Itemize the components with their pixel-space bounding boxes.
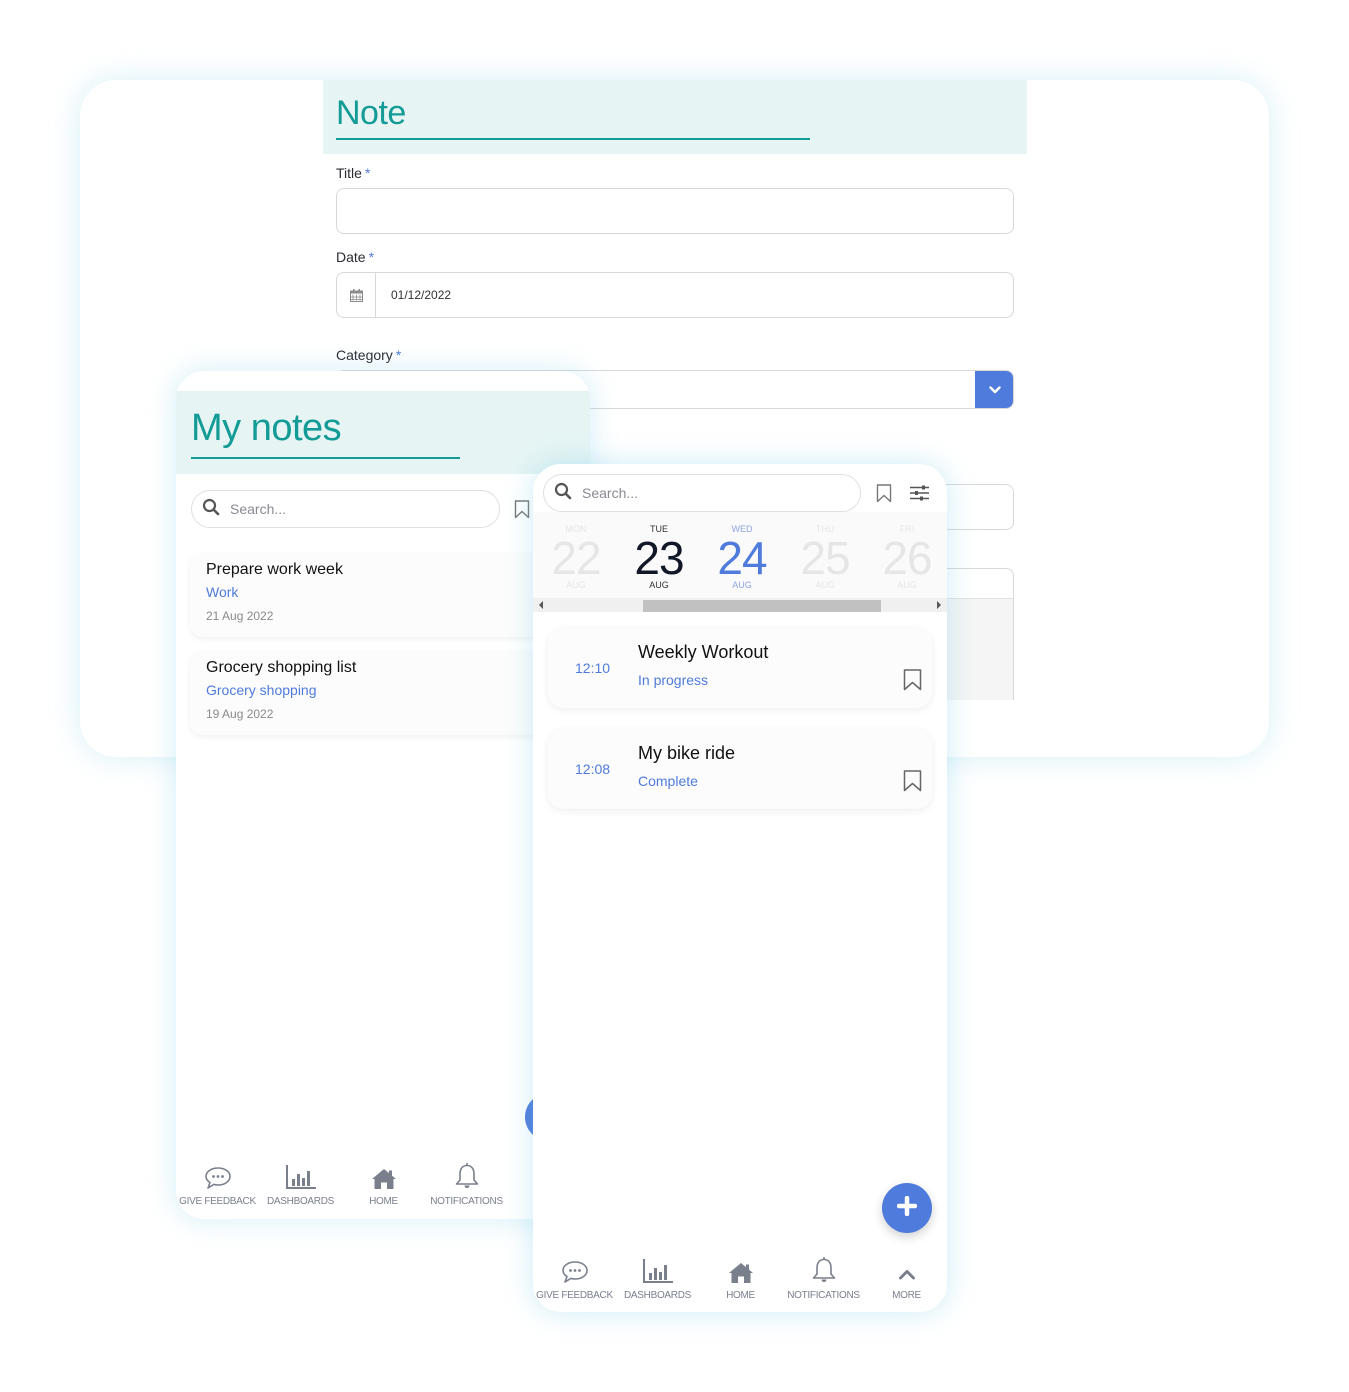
required-mark: *: [368, 249, 375, 265]
required-mark: *: [364, 165, 371, 181]
day-item[interactable]: TUE 23 AUG: [624, 512, 694, 590]
title-field-label: Title *: [336, 165, 370, 181]
note-category: Grocery shopping: [206, 682, 317, 698]
nav-label: GIVE FEEDBACK: [536, 1290, 613, 1301]
chevron-down-icon[interactable]: [975, 371, 1013, 408]
nav-label: DASHBOARDS: [266, 1196, 334, 1207]
chat-bubble-icon: [204, 1162, 232, 1190]
bell-icon: [811, 1256, 837, 1284]
note-list-item[interactable]: Prepare work week Work 21 Aug 2022: [190, 553, 570, 637]
date-value: 01/12/2022: [391, 288, 452, 302]
my-notes-title: My notes: [191, 407, 342, 449]
calendar-icon[interactable]: [337, 273, 376, 317]
chevron-up-icon: [898, 1256, 916, 1284]
my-notes-header: My notes: [176, 391, 590, 474]
day-strip: MON 22 AUG TUE 23 AUG WED 24 AUG THU 25 …: [533, 512, 947, 612]
nav-label: GIVE FEEDBACK: [179, 1196, 256, 1207]
day-strip-scrollbar[interactable]: [533, 598, 947, 612]
plus-icon: [896, 1195, 918, 1221]
schedule-item[interactable]: 12:08 My bike ride Complete: [548, 729, 932, 809]
nav-more[interactable]: MORE: [865, 1256, 947, 1301]
add-item-button[interactable]: [882, 1183, 932, 1233]
title-underline: [336, 138, 810, 140]
nav-label: NOTIFICATIONS: [430, 1196, 503, 1207]
nav-notifications[interactable]: NOTIFICATIONS: [782, 1256, 865, 1301]
scroll-right-arrow-icon[interactable]: [937, 601, 941, 609]
category-field-label: Category *: [336, 347, 401, 363]
note-form-header: Note: [323, 80, 1027, 154]
scroll-left-arrow-icon[interactable]: [539, 601, 543, 609]
search-icon: [202, 498, 220, 521]
nav-dashboards[interactable]: DASHBOARDS: [616, 1256, 699, 1301]
nav-label: NOTIFICATIONS: [787, 1290, 860, 1301]
home-icon: [371, 1162, 397, 1190]
schedule-search-bar[interactable]: [543, 474, 861, 512]
item-time: 12:08: [575, 761, 611, 777]
notes-search-bar[interactable]: [191, 490, 500, 528]
bookmark-icon[interactable]: [903, 770, 922, 797]
bottom-nav: GIVE FEEDBACK DASHBOARDS HOME NOTIFICATI…: [533, 1256, 947, 1301]
day-item[interactable]: MON 22 AUG: [541, 512, 611, 590]
note-category: Work: [206, 584, 239, 600]
note-title: Prepare work week: [206, 561, 343, 578]
day-number: 24: [717, 532, 767, 584]
nav-home[interactable]: HOME: [342, 1162, 425, 1207]
item-title: Weekly Workout: [638, 642, 769, 662]
nav-home[interactable]: HOME: [699, 1256, 782, 1301]
nav-label: HOME: [369, 1196, 398, 1207]
note-form-title: Note: [336, 94, 406, 132]
bell-icon: [454, 1162, 480, 1190]
item-status: In progress: [638, 672, 709, 688]
bookmark-icon[interactable]: [512, 498, 532, 520]
title-input[interactable]: [336, 188, 1014, 234]
note-date: 21 Aug 2022: [206, 609, 274, 623]
day-item[interactable]: FRI 26 AUG: [872, 512, 942, 590]
required-mark: *: [395, 347, 402, 363]
nav-give-feedback[interactable]: GIVE FEEDBACK: [176, 1162, 259, 1207]
home-icon: [728, 1256, 754, 1284]
category-label-text: Category: [336, 347, 393, 363]
chat-bubble-icon: [561, 1256, 589, 1284]
my-notes-card: My notes Prepare work week Work 21 Aug 2…: [176, 371, 590, 1219]
date-input[interactable]: 01/12/2022: [336, 272, 1014, 318]
schedule-card: MON 22 AUG TUE 23 AUG WED 24 AUG THU 25 …: [533, 464, 947, 1312]
search-icon: [554, 482, 572, 505]
date-label-text: Date: [336, 249, 366, 265]
day-item[interactable]: WED 24 AUG: [707, 512, 777, 590]
day-item[interactable]: THU 25 AUG: [790, 512, 860, 590]
note-date: 19 Aug 2022: [206, 707, 274, 721]
nav-notifications[interactable]: NOTIFICATIONS: [425, 1162, 508, 1207]
nav-dashboards[interactable]: DASHBOARDS: [259, 1162, 342, 1207]
bookmark-icon[interactable]: [874, 482, 894, 504]
note-title: Grocery shopping list: [206, 659, 357, 676]
note-list-item[interactable]: Grocery shopping list Grocery shopping 1…: [190, 651, 570, 735]
day-number: 23: [634, 532, 684, 584]
title-underline: [191, 457, 460, 459]
nav-label: HOME: [726, 1290, 755, 1301]
bookmark-icon[interactable]: [903, 669, 922, 696]
notes-search-input[interactable]: [230, 501, 450, 517]
day-number: 25: [800, 532, 850, 584]
title-label-text: Title: [336, 165, 362, 181]
date-field-label: Date *: [336, 249, 374, 265]
nav-give-feedback[interactable]: GIVE FEEDBACK: [533, 1256, 616, 1301]
scrollbar-thumb[interactable]: [643, 600, 881, 612]
schedule-search-input[interactable]: [582, 485, 802, 501]
item-status: Complete: [638, 773, 698, 789]
day-number: 22: [551, 532, 601, 584]
item-time: 12:10: [575, 660, 611, 676]
bottom-nav: GIVE FEEDBACK DASHBOARDS HOME NOTIFICATI…: [176, 1162, 508, 1207]
nav-label: DASHBOARDS: [623, 1290, 691, 1301]
item-title: My bike ride: [638, 743, 736, 763]
bar-chart-icon: [285, 1162, 317, 1190]
bar-chart-icon: [642, 1256, 674, 1284]
sliders-icon[interactable]: [908, 483, 930, 503]
schedule-item[interactable]: 12:10 Weekly Workout In progress: [548, 628, 932, 708]
day-number: 26: [882, 532, 932, 584]
nav-label: MORE: [892, 1290, 921, 1301]
